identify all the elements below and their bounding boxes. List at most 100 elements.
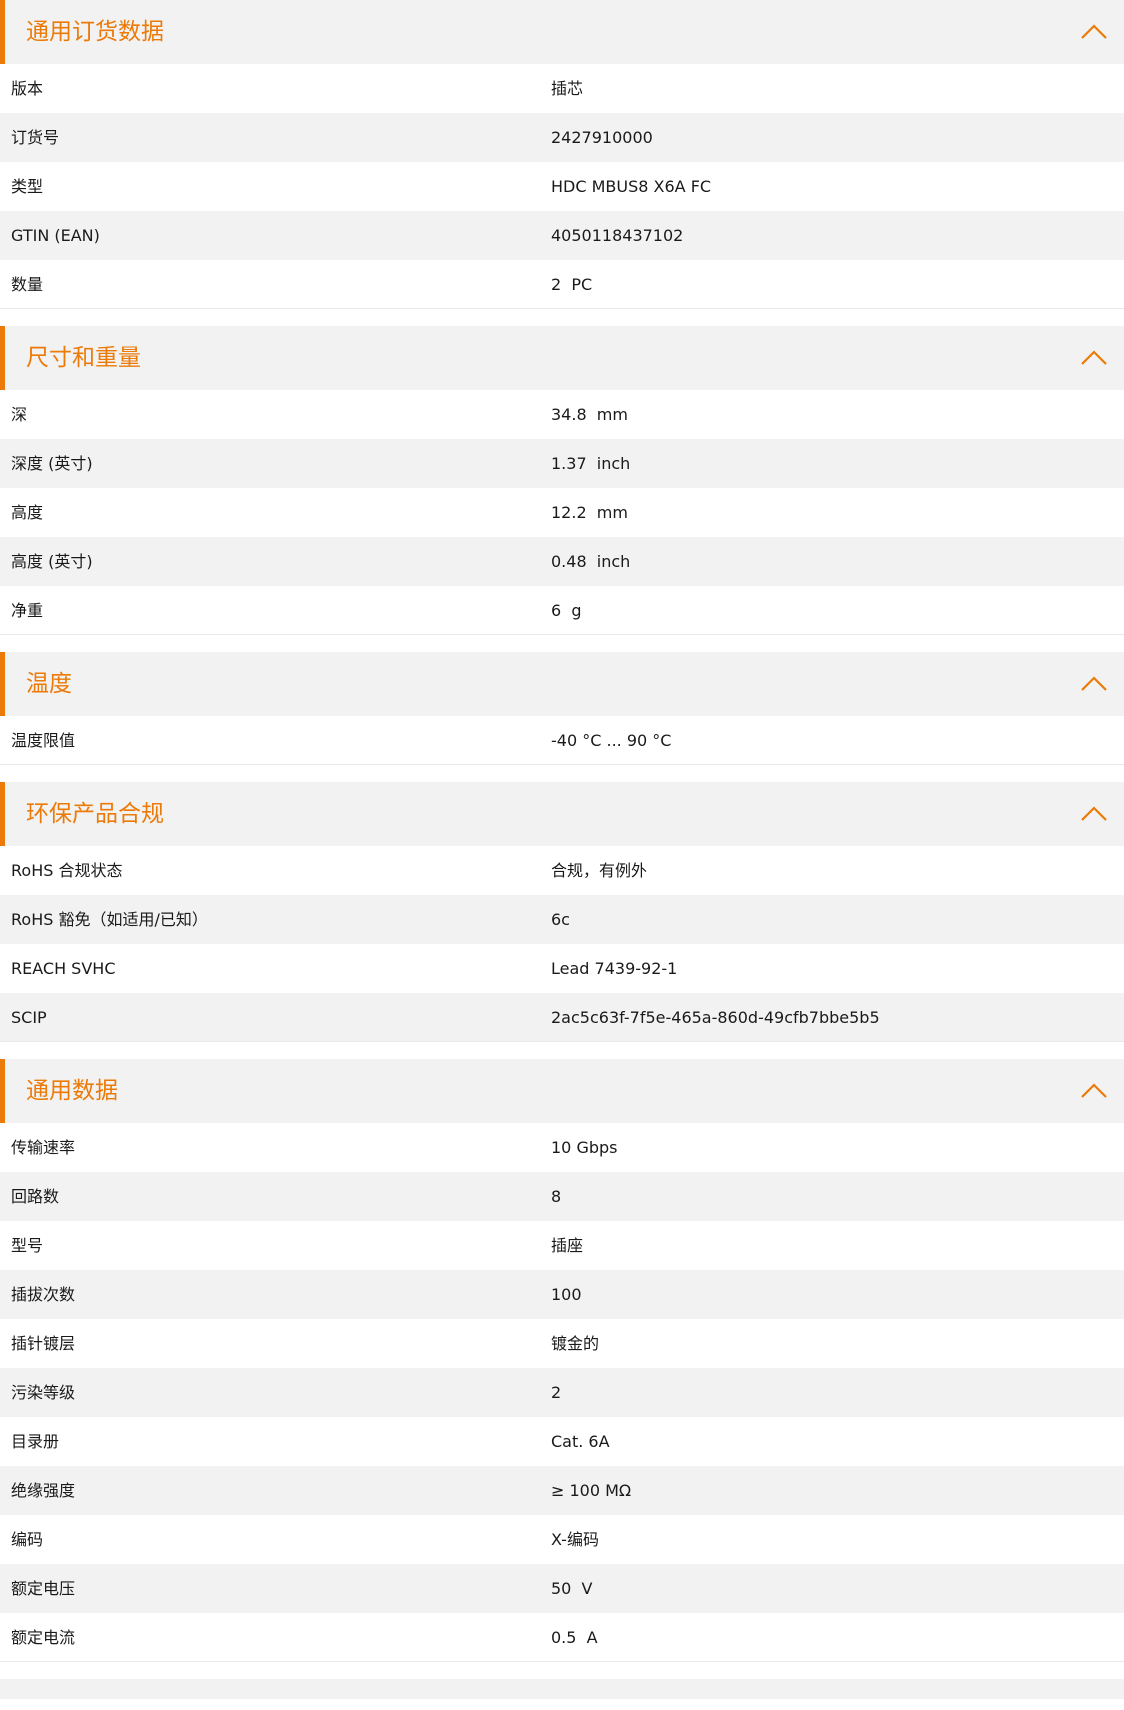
spec-label: 高度 (英寸) — [11, 552, 93, 571]
section-title: 通用数据 — [26, 1078, 118, 1104]
spec-row: GTIN (EAN) 4050118437102 — [0, 211, 1124, 260]
spec-value: 12.2 mm — [551, 503, 628, 522]
spec-row: 深 34.8 mm — [0, 390, 1124, 439]
section-rows: 传输速率 10 Gbps 回路数 8 型号 插座 插拔次数 100 插针镀层 镀… — [0, 1123, 1124, 1662]
spec-label: 编码 — [11, 1530, 44, 1549]
spec-row: 版本 插芯 — [0, 64, 1124, 113]
spec-value: 4050118437102 — [551, 226, 684, 245]
spec-value: 1.37 inch — [551, 454, 631, 473]
spec-section-4: 通用数据 传输速率 10 Gbps 回路数 8 型号 插座 插拔次数 100 插… — [0, 1059, 1124, 1662]
spec-label: 额定电压 — [11, 1579, 76, 1598]
spec-row: 净重 6 g — [0, 586, 1124, 635]
spec-value: 2 — [551, 1383, 562, 1402]
section-rows: 版本 插芯 订货号 2427910000 类型 HDC MBUS8 X6A FC… — [0, 64, 1124, 309]
chevron-up-icon[interactable] — [1080, 804, 1108, 822]
section-header[interactable]: 温度 — [0, 652, 1124, 716]
spec-value: 插芯 — [551, 79, 584, 98]
section-rows: 温度限值 -40 °C ... 90 °C — [0, 716, 1124, 765]
spec-value: 合规，有例外 — [551, 861, 648, 880]
section-header[interactable]: 尺寸和重量 — [0, 326, 1124, 390]
section-rows: RoHS 合规状态 合规，有例外 RoHS 豁免（如适用/已知） 6c REAC… — [0, 846, 1124, 1042]
spec-label: 版本 — [11, 79, 44, 98]
spec-value: HDC MBUS8 X6A FC — [551, 177, 712, 196]
section-header[interactable]: 通用订货数据 — [0, 0, 1124, 64]
spec-row: 高度 12.2 mm — [0, 488, 1124, 537]
spec-label: REACH SVHC — [11, 959, 116, 978]
spec-value: 100 — [551, 1285, 582, 1304]
next-section-header-partial — [0, 1679, 1124, 1699]
spec-row: 插拔次数 100 — [0, 1270, 1124, 1319]
spec-section-3: 环保产品合规 RoHS 合规状态 合规，有例外 RoHS 豁免（如适用/已知） … — [0, 782, 1124, 1042]
spec-section-1: 尺寸和重量 深 34.8 mm 深度 (英寸) 1.37 inch 高度 12.… — [0, 326, 1124, 635]
spec-label: 型号 — [11, 1236, 44, 1255]
spec-label: 类型 — [11, 177, 44, 196]
spec-value: 2ac5c63f-7f5e-465a-860d-49cfb7bbe5b5 — [551, 1008, 880, 1027]
chevron-up-icon[interactable] — [1080, 22, 1108, 40]
spec-row: 额定电压 50 V — [0, 1564, 1124, 1613]
spec-value: 34.8 mm — [551, 405, 628, 424]
spec-label: SCIP — [11, 1008, 47, 1027]
spec-value: 50 V — [551, 1579, 593, 1598]
spec-label: 深 — [11, 405, 28, 424]
spec-label: 目录册 — [11, 1432, 60, 1451]
section-header[interactable]: 环保产品合规 — [0, 782, 1124, 846]
spec-value: 6 g — [551, 601, 582, 620]
spec-row: 额定电流 0.5 A — [0, 1613, 1124, 1662]
spec-value: ≥ 100 MΩ — [551, 1481, 632, 1500]
spec-value: 插座 — [551, 1236, 584, 1255]
spec-row: 深度 (英寸) 1.37 inch — [0, 439, 1124, 488]
spec-label: 回路数 — [11, 1187, 60, 1206]
spec-label: 插拔次数 — [11, 1285, 76, 1304]
spec-row: 订货号 2427910000 — [0, 113, 1124, 162]
chevron-up-icon[interactable] — [1080, 674, 1108, 692]
spec-label: 额定电流 — [11, 1628, 76, 1647]
spec-row: 目录册 Cat. 6A — [0, 1417, 1124, 1466]
spec-row: 绝缘强度 ≥ 100 MΩ — [0, 1466, 1124, 1515]
spec-value: Lead 7439-92-1 — [551, 959, 678, 978]
spec-value: 8 — [551, 1187, 562, 1206]
spec-value: -40 °C ... 90 °C — [551, 731, 672, 750]
spec-label: 传输速率 — [11, 1138, 76, 1157]
spec-label: RoHS 合规状态 — [11, 861, 123, 880]
spec-row: 回路数 8 — [0, 1172, 1124, 1221]
spec-label: 温度限值 — [11, 731, 76, 750]
spec-value: 6c — [551, 910, 570, 929]
spec-row: 编码 X-编码 — [0, 1515, 1124, 1564]
spec-row: RoHS 豁免（如适用/已知） 6c — [0, 895, 1124, 944]
spec-label: 高度 — [11, 503, 44, 522]
spec-label: 污染等级 — [11, 1383, 76, 1402]
spec-row: SCIP 2ac5c63f-7f5e-465a-860d-49cfb7bbe5b… — [0, 993, 1124, 1042]
section-title: 尺寸和重量 — [26, 345, 141, 371]
spec-label: 绝缘强度 — [11, 1481, 76, 1500]
spec-value: X-编码 — [551, 1530, 599, 1549]
spec-value: 2 PC — [551, 275, 593, 294]
spec-label: RoHS 豁免（如适用/已知） — [11, 910, 208, 929]
spec-row: 温度限值 -40 °C ... 90 °C — [0, 716, 1124, 765]
spec-row: 插针镀层 镀金的 — [0, 1319, 1124, 1368]
spec-label: 净重 — [11, 601, 44, 620]
product-spec-page: 通用订货数据 版本 插芯 订货号 2427910000 类型 HDC MBUS8… — [0, 0, 1124, 1699]
spec-section-0: 通用订货数据 版本 插芯 订货号 2427910000 类型 HDC MBUS8… — [0, 0, 1124, 309]
spec-value: 0.5 A — [551, 1628, 598, 1647]
spec-value: 镀金的 — [551, 1334, 600, 1353]
section-title: 温度 — [26, 671, 72, 697]
section-rows: 深 34.8 mm 深度 (英寸) 1.37 inch 高度 12.2 mm 高… — [0, 390, 1124, 635]
section-header[interactable]: 通用数据 — [0, 1059, 1124, 1123]
chevron-up-icon[interactable] — [1080, 1081, 1108, 1099]
spec-label: GTIN (EAN) — [11, 226, 100, 245]
section-title: 环保产品合规 — [26, 801, 164, 827]
chevron-up-icon[interactable] — [1080, 348, 1108, 366]
spec-row: 污染等级 2 — [0, 1368, 1124, 1417]
spec-label: 数量 — [11, 275, 44, 294]
spec-row: 数量 2 PC — [0, 260, 1124, 309]
spec-value: Cat. 6A — [551, 1432, 610, 1451]
spec-row: 型号 插座 — [0, 1221, 1124, 1270]
spec-value: 2427910000 — [551, 128, 653, 147]
spec-row: 类型 HDC MBUS8 X6A FC — [0, 162, 1124, 211]
spec-label: 深度 (英寸) — [11, 454, 93, 473]
spec-section-2: 温度 温度限值 -40 °C ... 90 °C — [0, 652, 1124, 765]
section-title: 通用订货数据 — [26, 19, 164, 45]
spec-row: RoHS 合规状态 合规，有例外 — [0, 846, 1124, 895]
spec-row: 传输速率 10 Gbps — [0, 1123, 1124, 1172]
spec-value: 0.48 inch — [551, 552, 631, 571]
